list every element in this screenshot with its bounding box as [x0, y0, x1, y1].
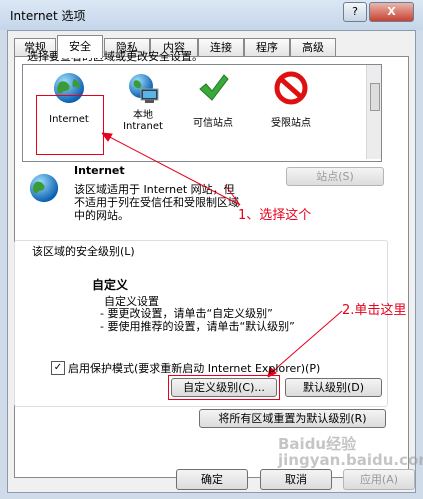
- zone-trusted-sites[interactable]: 可信站点: [178, 71, 248, 129]
- sites-button[interactable]: 站点(S): [286, 167, 384, 186]
- zone-label: 受限站点: [271, 118, 311, 129]
- ok-button[interactable]: 确定: [176, 469, 248, 490]
- annotation-box-button: [168, 375, 280, 400]
- apply-button[interactable]: 应用(A): [343, 469, 415, 490]
- zone-instruction: 选择要查看的区域或更改安全设置。: [27, 50, 203, 63]
- tab-connections[interactable]: 连接: [198, 38, 244, 57]
- window-title: Internet 选项: [10, 9, 86, 23]
- annotation-step1: 1、选择这个: [238, 208, 312, 223]
- checkmark-icon: [199, 74, 229, 101]
- globe-icon: [29, 173, 59, 203]
- reset-all-zones-button[interactable]: 将所有区域重置为默认级别(R): [199, 409, 386, 428]
- restricted-icon: [274, 71, 308, 105]
- cancel-button[interactable]: 取消: [260, 469, 332, 490]
- tab-advanced[interactable]: 高级: [290, 38, 336, 57]
- help-button[interactable]: ?: [343, 2, 367, 22]
- protected-mode-checkbox[interactable]: ✓: [51, 361, 65, 375]
- watermark: Baidu经验 jingyan.baidu.com: [278, 435, 423, 469]
- default-level-button[interactable]: 默认级别(D): [285, 378, 382, 397]
- zone-local-intranet[interactable]: 本地 Intranet: [108, 71, 178, 132]
- custom-title: 自定义: [92, 278, 129, 292]
- close-button[interactable]: X: [369, 2, 414, 22]
- zone-list-scrollbar[interactable]: [366, 65, 381, 159]
- title-bar: Internet 选项 ? X: [0, 0, 423, 30]
- annotation-arrow: [101, 132, 241, 206]
- security-level-label: 该区域的安全级别(L): [30, 243, 137, 259]
- tab-security[interactable]: 安全: [57, 35, 103, 58]
- zone-restricted-sites[interactable]: 受限站点: [256, 71, 326, 129]
- annotation-step2: 2.单击这里: [342, 303, 407, 318]
- tab-programs[interactable]: 程序: [244, 38, 290, 57]
- local-intranet-icon: [129, 74, 159, 103]
- protected-mode-label: 启用保护模式(要求重新启动 Internet Explorer)(P): [68, 362, 321, 375]
